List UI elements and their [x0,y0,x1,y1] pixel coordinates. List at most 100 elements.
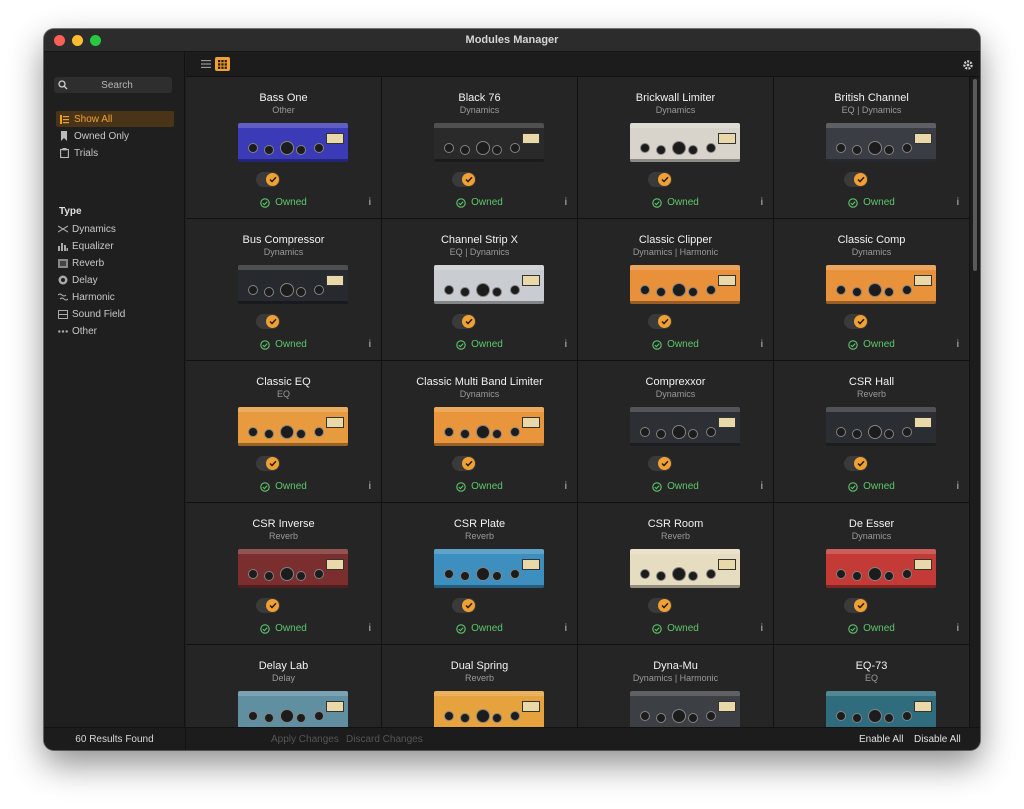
thumbnail-knob [264,713,274,723]
module-enable-toggle[interactable] [256,456,280,471]
thumbnail-knob [852,571,862,581]
module-enable-toggle[interactable] [452,456,476,471]
type-other[interactable]: Other [58,324,97,338]
module-card[interactable]: Dyna-Mu Dynamics | Harmonic [578,645,774,727]
module-enable-toggle[interactable] [452,314,476,329]
info-icon[interactable]: i [761,197,763,208]
module-category: EQ | Dynamics [449,247,510,257]
filter-owned-only[interactable]: Owned Only [56,128,174,144]
checkmark-icon [854,599,867,612]
thumbnail-meter [718,133,736,144]
module-card[interactable]: CSR Room Reverb Owned i [578,503,774,645]
type-equalizer[interactable]: Equalizer [58,239,114,253]
info-icon[interactable]: i [565,481,567,492]
module-card[interactable]: EQ-73 EQ [774,645,970,727]
module-name: Classic Comp [837,234,906,246]
info-icon[interactable]: i [369,339,371,350]
module-category: EQ [276,389,290,399]
info-icon[interactable]: i [369,481,371,492]
module-card[interactable]: De Esser Dynamics Owned i [774,503,970,645]
module-enable-toggle[interactable] [648,172,672,187]
search-box[interactable] [54,77,172,93]
thumbnail-meter [326,701,344,712]
module-card[interactable]: Classic EQ EQ Owned i [186,361,382,503]
module-card[interactable]: Classic Multi Band Limiter Dynamics Owned i [382,361,578,503]
close-window-button[interactable] [54,35,65,46]
module-card[interactable]: Classic Clipper Dynamics | Harmonic Owned i [578,219,774,361]
module-card[interactable]: Bass One Other Owned i [186,77,382,219]
discard-changes-button[interactable]: Discard Changes [346,734,423,745]
thumbnail-knob [706,285,716,295]
minimize-window-button[interactable] [72,35,83,46]
thumbnail-meter [718,559,736,570]
filter-trials[interactable]: Trials [56,145,174,161]
module-enable-toggle[interactable] [844,314,868,329]
module-card[interactable]: Dual Spring Reverb [382,645,578,727]
filter-show-all[interactable]: Show All [56,111,174,127]
module-card[interactable]: Channel Strip X EQ | Dynamics Owned i [382,219,578,361]
info-icon[interactable]: i [565,339,567,350]
info-icon[interactable]: i [565,623,567,634]
zoom-window-button[interactable] [90,35,101,46]
thumbnail-rack-bar [826,407,936,412]
module-card[interactable]: CSR Hall Reverb Owned i [774,361,970,503]
thumbnail-knob [884,713,894,723]
type-harmonic[interactable]: Harmonic [58,290,115,304]
search-input[interactable] [54,79,172,91]
thumbnail-knob [902,427,912,437]
apply-changes-button[interactable]: Apply Changes [271,734,339,745]
info-icon[interactable]: i [957,481,959,492]
module-card[interactable]: CSR Plate Reverb Owned i [382,503,578,645]
info-icon[interactable]: i [369,197,371,208]
info-icon[interactable]: i [369,623,371,634]
module-enable-toggle[interactable] [452,172,476,187]
module-enable-toggle[interactable] [648,314,672,329]
module-enable-toggle[interactable] [256,314,280,329]
type-dynamics[interactable]: Dynamics [58,222,116,236]
grid-view-button[interactable] [215,57,230,71]
thumbnail-knob [672,141,686,155]
scrollbar-thumb[interactable] [973,79,977,271]
module-card[interactable]: Bus Compressor Dynamics Owned i [186,219,382,361]
module-enable-toggle[interactable] [844,598,868,613]
owned-label: Owned [667,481,699,492]
owned-label: Owned [667,623,699,634]
info-icon[interactable]: i [565,197,567,208]
info-icon[interactable]: i [957,623,959,634]
info-icon[interactable]: i [957,339,959,350]
check-circle-icon [260,339,270,350]
module-enable-toggle[interactable] [844,172,868,187]
info-icon[interactable]: i [761,623,763,634]
enable-all-button[interactable]: Enable All [859,734,903,745]
module-enable-toggle[interactable] [844,456,868,471]
info-icon[interactable]: i [761,339,763,350]
thumbnail-knob [248,711,258,721]
module-card[interactable]: Brickwall Limiter Dynamics Owned i [578,77,774,219]
module-card[interactable]: British Channel EQ | Dynamics Owned i [774,77,970,219]
info-icon[interactable]: i [761,481,763,492]
checkmark-icon [266,315,279,328]
module-card[interactable]: Delay Lab Delay [186,645,382,727]
module-card[interactable]: Comprexxor Dynamics Owned i [578,361,774,503]
grid-scrollbar[interactable] [970,77,980,727]
module-card[interactable]: Black 76 Dynamics Owned i [382,77,578,219]
settings-button[interactable] [962,58,974,76]
module-enable-toggle[interactable] [648,598,672,613]
module-card[interactable]: Classic Comp Dynamics Owned i [774,219,970,361]
thumbnail-knob [656,713,666,723]
type-sound-field[interactable]: Sound Field [58,307,125,321]
thumbnail-knob [640,711,650,721]
list-view-button[interactable] [198,57,213,71]
module-name: Classic Clipper [638,234,713,246]
module-category: Dynamics [851,531,892,541]
info-icon[interactable]: i [957,197,959,208]
module-enable-toggle[interactable] [256,172,280,187]
module-enable-toggle[interactable] [256,598,280,613]
module-card[interactable]: CSR Inverse Reverb Owned i [186,503,382,645]
disable-all-button[interactable]: Disable All [914,734,961,745]
thumbnail-rack-bar [434,691,544,696]
type-delay[interactable]: Delay [58,273,98,287]
module-enable-toggle[interactable] [648,456,672,471]
module-enable-toggle[interactable] [452,598,476,613]
type-reverb[interactable]: Reverb [58,256,104,270]
